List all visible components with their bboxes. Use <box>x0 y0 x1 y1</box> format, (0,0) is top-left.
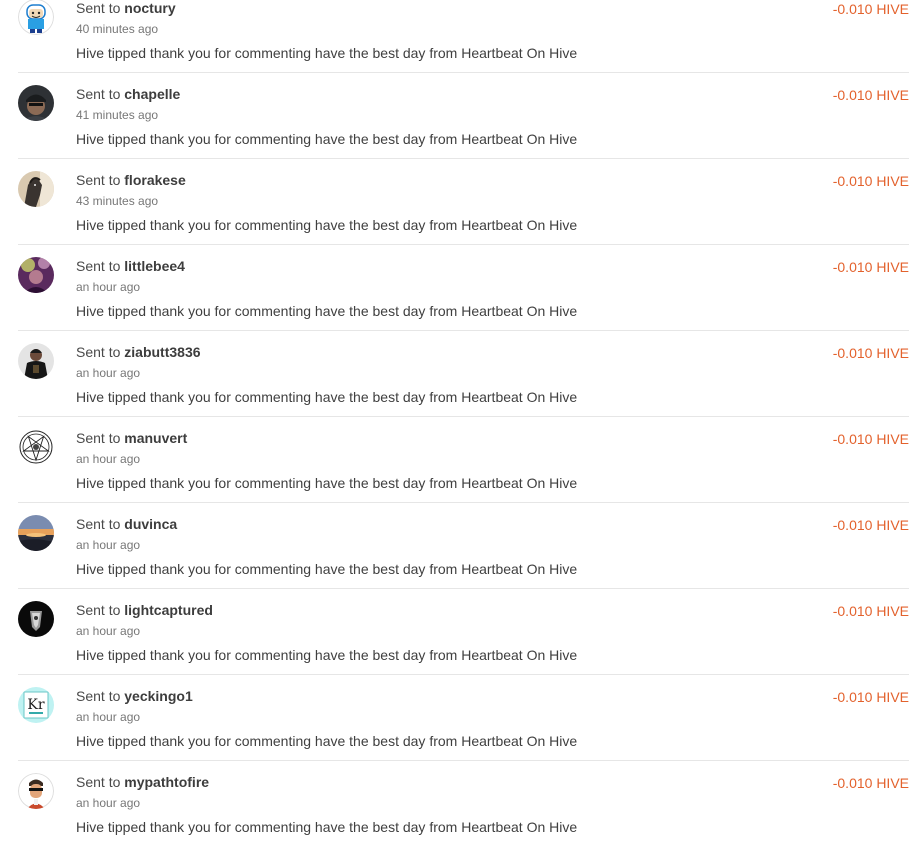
transfer-time: an hour ago <box>76 280 141 294</box>
transfer-title: Sent to ziabutt3836 <box>76 343 201 361</box>
transfer-amount: -0.010 HIVE <box>832 345 909 361</box>
recipient-link[interactable]: littlebee4 <box>124 258 185 274</box>
sent-to-label: Sent to <box>76 86 121 102</box>
sent-to-label: Sent to <box>76 344 121 360</box>
transfer-row: Sent to florakese 43 minutes ago Hive ti… <box>18 159 909 245</box>
sent-to-label: Sent to <box>76 516 121 532</box>
recipient-link[interactable]: duvinca <box>124 516 177 532</box>
transfer-memo: Hive tipped thank you for commenting hav… <box>76 733 578 749</box>
transfer-title: Sent to littlebee4 <box>76 257 185 275</box>
transfer-amount: -0.010 HIVE <box>832 87 909 103</box>
sent-to-label: Sent to <box>76 602 121 618</box>
transfer-title: Sent to mypathtofire <box>76 773 209 791</box>
horse-avatar[interactable] <box>18 171 54 207</box>
transfer-row: Kr Sent to yeckingo1 an hour ago Hive ti… <box>18 675 909 761</box>
transfer-memo: Hive tipped thank you for commenting hav… <box>76 819 578 835</box>
transfer-amount: -0.010 HIVE <box>832 259 909 275</box>
transfer-memo: Hive tipped thank you for commenting hav… <box>76 131 578 147</box>
transfer-memo: Hive tipped thank you for commenting hav… <box>76 45 578 61</box>
transfer-time: an hour ago <box>76 796 141 810</box>
recipient-link[interactable]: manuvert <box>124 430 187 446</box>
man-with-sunglasses-avatar[interactable] <box>18 773 54 809</box>
man-in-cap-avatar[interactable] <box>18 85 54 121</box>
sent-to-label: Sent to <box>76 688 121 704</box>
transfer-amount: -0.010 HIVE <box>832 1 909 17</box>
transfer-memo: Hive tipped thank you for commenting hav… <box>76 389 578 405</box>
transfer-time: an hour ago <box>76 538 141 552</box>
krypton-symbol: Kr <box>27 697 44 713</box>
transfer-row: Sent to noctury 40 minutes ago Hive tipp… <box>18 0 909 73</box>
transfer-row: Sent to manuvert an hour ago Hive tipped… <box>18 417 909 503</box>
transfer-title: Sent to chapelle <box>76 85 180 103</box>
transfer-time: an hour ago <box>76 624 141 638</box>
transfer-amount: -0.010 HIVE <box>832 517 909 533</box>
sent-to-label: Sent to <box>76 0 121 16</box>
transfer-row: Sent to ziabutt3836 an hour ago Hive tip… <box>18 331 909 417</box>
transfer-row: Sent to mypathtofire an hour ago Hive ti… <box>18 761 909 847</box>
recipient-link[interactable]: chapelle <box>124 86 180 102</box>
transfer-row: Sent to duvinca an hour ago Hive tipped … <box>18 503 909 589</box>
purple-portrait-avatar[interactable] <box>18 257 54 293</box>
sunset-avatar[interactable] <box>18 515 54 551</box>
cartoon-character-avatar[interactable] <box>18 0 54 35</box>
transfer-memo: Hive tipped thank you for commenting hav… <box>76 217 578 233</box>
dark-logo-avatar[interactable] <box>18 601 54 637</box>
transfer-memo: Hive tipped thank you for commenting hav… <box>76 303 578 319</box>
recipient-link[interactable]: ziabutt3836 <box>124 344 200 360</box>
transfer-amount: -0.010 HIVE <box>832 775 909 791</box>
transfer-title: Sent to duvinca <box>76 515 177 533</box>
transfer-title: Sent to lightcaptured <box>76 601 213 619</box>
transfer-title: Sent to florakese <box>76 171 186 189</box>
transfer-row: Sent to littlebee4 an hour ago Hive tipp… <box>18 245 909 331</box>
recipient-link[interactable]: lightcaptured <box>124 602 213 618</box>
sent-to-label: Sent to <box>76 430 121 446</box>
transfer-amount: -0.010 HIVE <box>832 603 909 619</box>
transfer-time: 40 minutes ago <box>76 22 159 36</box>
transfer-row: Sent to chapelle 41 minutes ago Hive tip… <box>18 73 909 159</box>
transfer-memo: Hive tipped thank you for commenting hav… <box>76 475 578 491</box>
recipient-link[interactable]: noctury <box>124 0 175 16</box>
transfer-memo: Hive tipped thank you for commenting hav… <box>76 561 578 577</box>
recipient-link[interactable]: yeckingo1 <box>124 688 192 704</box>
transfer-time: an hour ago <box>76 710 141 724</box>
krypton-element-avatar[interactable]: Kr <box>18 687 54 723</box>
pentagram-avatar[interactable] <box>18 429 54 465</box>
transfer-row: Sent to lightcaptured an hour ago Hive t… <box>18 589 909 675</box>
transfer-time: an hour ago <box>76 452 141 466</box>
recipient-link[interactable]: mypathtofire <box>124 774 209 790</box>
sent-to-label: Sent to <box>76 258 121 274</box>
transfer-time: 41 minutes ago <box>76 108 159 122</box>
transfer-memo: Hive tipped thank you for commenting hav… <box>76 647 578 663</box>
transfer-title: Sent to manuvert <box>76 429 187 447</box>
man-in-black-avatar[interactable] <box>18 343 54 379</box>
transfer-amount: -0.010 HIVE <box>832 431 909 447</box>
transfer-history-list: Sent to noctury 40 minutes ago Hive tipp… <box>0 0 923 847</box>
transfer-time: an hour ago <box>76 366 141 380</box>
transfer-title: Sent to noctury <box>76 0 176 17</box>
sent-to-label: Sent to <box>76 172 121 188</box>
recipient-link[interactable]: florakese <box>124 172 185 188</box>
transfer-amount: -0.010 HIVE <box>832 689 909 705</box>
transfer-amount: -0.010 HIVE <box>832 173 909 189</box>
sent-to-label: Sent to <box>76 774 121 790</box>
transfer-time: 43 minutes ago <box>76 194 159 208</box>
transfer-title: Sent to yeckingo1 <box>76 687 193 705</box>
